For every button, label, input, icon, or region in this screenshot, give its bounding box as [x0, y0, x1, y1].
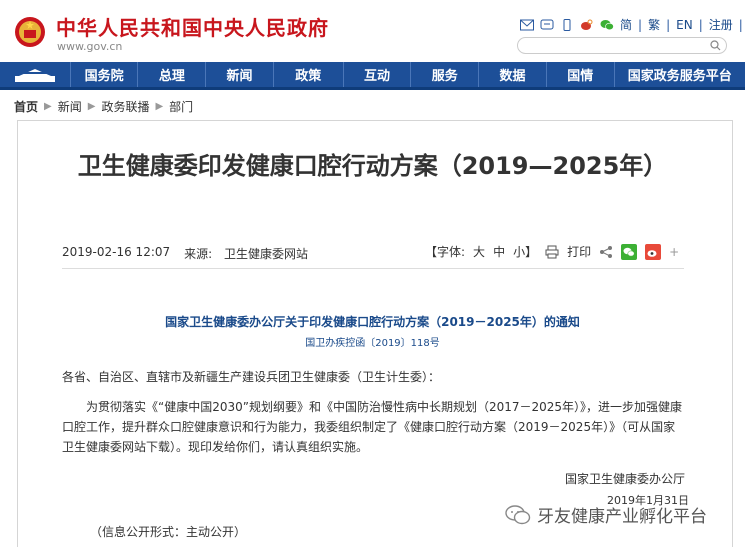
- article-meta: 2019-02-16 12:07 来源: 卫生健康委网站: [62, 245, 308, 262]
- divider: |: [638, 17, 643, 32]
- nav-item-services[interactable]: 服务: [410, 62, 478, 87]
- nav-item-premier[interactable]: 总理: [137, 62, 205, 87]
- chevron-right-icon: ▶: [44, 101, 52, 112]
- publish-date: 2019-02-16 12:07: [62, 245, 171, 259]
- body-paragraph: 为贯彻落实《“健康中国2030”规划纲要》和《中国防治慢性病中长期规划（2017…: [62, 400, 683, 454]
- lang-traditional-link[interactable]: 繁: [648, 16, 660, 33]
- national-emblem-icon[interactable]: [14, 14, 46, 50]
- font-size-large[interactable]: 大: [473, 243, 485, 260]
- info-disclosure: （信息公开形式：主动公开）: [90, 525, 247, 539]
- breadcrumb-home[interactable]: 首页: [14, 98, 38, 115]
- source-label: 来源:: [184, 247, 213, 261]
- print-icon[interactable]: [545, 245, 559, 259]
- chevron-right-icon: ▶: [155, 101, 164, 112]
- print-button[interactable]: 打印: [567, 243, 591, 260]
- lang-simplified-link[interactable]: 简: [620, 16, 632, 33]
- watermark: 牙友健康产业孵化平台: [505, 502, 707, 527]
- message-icon[interactable]: [540, 19, 554, 31]
- site-header: 中华人民共和国中央人民政府 www.gov.cn 简 | 繁 | EN | 注册…: [0, 0, 745, 62]
- breadcrumb-news[interactable]: 新闻: [58, 98, 82, 115]
- watermark-text: 牙友健康产业孵化平台: [537, 507, 707, 527]
- font-size-small[interactable]: 小】: [513, 243, 537, 260]
- nav-item-policy[interactable]: 政策: [272, 62, 343, 87]
- article-tools: 【字体: 大 中 小】 打印 +: [425, 243, 679, 260]
- meta-divider: [62, 268, 684, 269]
- lang-english-link[interactable]: EN: [676, 18, 693, 32]
- nav-item-national-conditions[interactable]: 国情: [545, 62, 614, 87]
- nav-item-service-platform[interactable]: 国家政务服务平台: [613, 62, 745, 87]
- chevron-right-icon: ▶: [87, 101, 96, 112]
- top-toolbar: 简 | 繁 | EN | 注册 |: [520, 16, 743, 33]
- breadcrumb: 首页 ▶ 新闻 ▶ 政务联播 ▶ 部门: [14, 98, 193, 115]
- weibo-icon[interactable]: [580, 19, 594, 31]
- mobile-icon[interactable]: [560, 18, 574, 31]
- document-number: 国卫办疾控函〔2019〕118号: [305, 338, 440, 349]
- main-nav: 国务院 总理 新闻 政策 互动 服务 数据 国情 国家政务服务平台: [0, 62, 745, 90]
- nav-item-news[interactable]: 新闻: [205, 62, 273, 87]
- divider: |: [738, 17, 743, 32]
- breadcrumb-gov-broadcast[interactable]: 政务联播: [101, 98, 149, 115]
- notice-title: 国家卫生健康委办公厅关于印发健康口腔行动方案（2019－2025年）的通知: [165, 315, 580, 329]
- nav-home[interactable]: [0, 62, 70, 87]
- divider: |: [698, 17, 703, 32]
- nav-item-data[interactable]: 数据: [478, 62, 546, 87]
- salutation: 各省、自治区、直辖市及新疆生产建设兵团卫生健康委（卫生计生委）：: [62, 370, 441, 384]
- search-input[interactable]: [517, 37, 727, 54]
- breadcrumb-departments[interactable]: 部门: [169, 98, 193, 115]
- weibo-share-icon[interactable]: [645, 243, 662, 260]
- share-icon[interactable]: [599, 245, 613, 259]
- more-share-icon[interactable]: +: [669, 245, 679, 259]
- signature: 国家卫生健康委办公厅: [565, 472, 686, 486]
- font-size-label: 【字体:: [425, 245, 466, 259]
- mail-icon[interactable]: [520, 19, 534, 31]
- search-icon[interactable]: [710, 40, 721, 51]
- divider: |: [666, 17, 671, 32]
- register-link[interactable]: 注册: [709, 16, 733, 33]
- article-title: 卫生健康委印发健康口腔行动方案（2019—2025年）: [77, 152, 668, 180]
- site-title[interactable]: 中华人民共和国中央人民政府: [56, 12, 329, 41]
- site-url: www.gov.cn: [57, 40, 123, 53]
- source-value: 卫生健康委网站: [224, 247, 309, 261]
- wechat-share-icon[interactable]: [621, 243, 638, 260]
- wechat-official-account-icon: [505, 504, 531, 524]
- wechat-icon[interactable]: [600, 19, 614, 31]
- nav-item-interaction[interactable]: 互动: [342, 62, 411, 87]
- nav-item-state-council[interactable]: 国务院: [69, 62, 138, 87]
- font-size-medium[interactable]: 中: [493, 243, 505, 260]
- tiananmen-icon: [14, 68, 55, 82]
